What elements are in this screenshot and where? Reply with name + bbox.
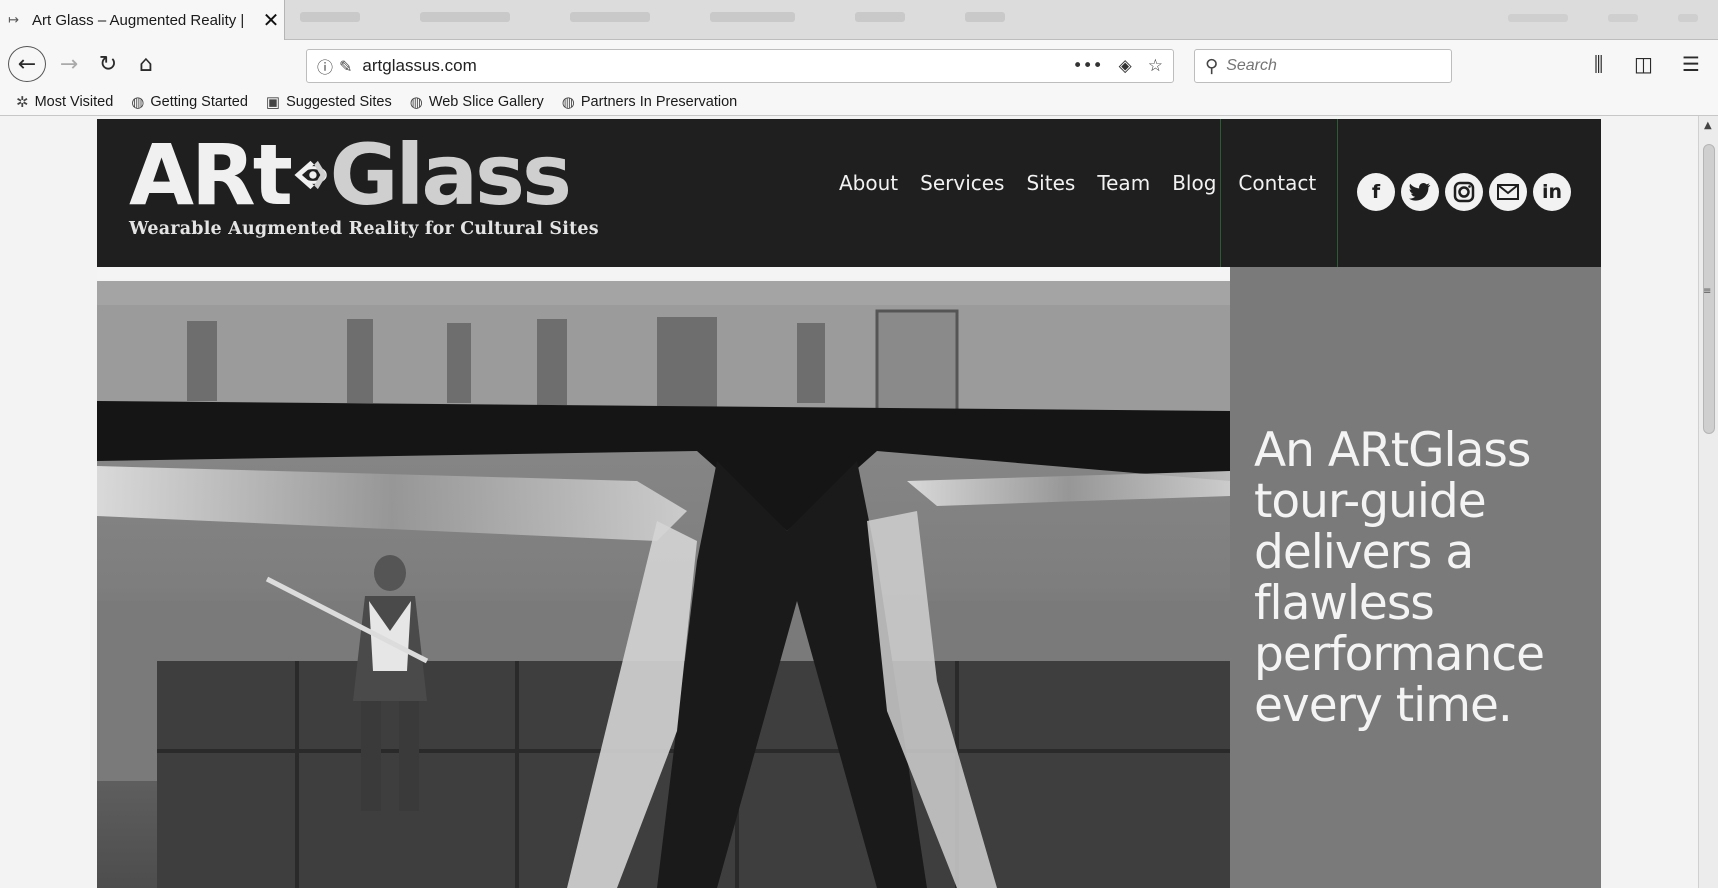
camera-icon — [1453, 181, 1475, 203]
site-tagline: Wearable Augmented Reality for Cultural … — [129, 219, 599, 239]
bookmark-label: Web Slice Gallery — [428, 94, 544, 110]
sidebar-button[interactable]: ◫ — [1634, 52, 1653, 76]
bookmark-partners-in-preservation[interactable]: ◍ Partners In Preservation — [562, 93, 737, 111]
twitter-icon[interactable] — [1401, 173, 1439, 211]
globe-icon: ◍ — [131, 94, 145, 111]
email-icon[interactable] — [1489, 173, 1527, 211]
site-navigation: About Services Sites Team Blog Contact — [839, 171, 1316, 195]
bookmark-label: Getting Started — [150, 94, 248, 110]
home-icon: ⌂ — [139, 51, 153, 77]
nav-services[interactable]: Services — [920, 171, 1004, 195]
bookmark-web-slice-gallery[interactable]: ◍ Web Slice Gallery — [410, 93, 544, 111]
info-icon[interactable]: ⓘ — [317, 54, 333, 78]
hero-text-panel: An ARtGlass tour-guide delivers a flawle… — [1230, 267, 1601, 888]
page-icon: ▣ — [265, 94, 281, 111]
tab-sound-icon: ↦ — [8, 12, 19, 28]
page-viewport: ARt Glass Wearable Augmented Reality for… — [0, 116, 1698, 888]
divider-line — [1337, 119, 1338, 267]
nav-about[interactable]: About — [839, 171, 898, 195]
bookmark-label: Suggested Sites — [286, 94, 392, 110]
bookmark-suggested-sites[interactable]: ▣ Suggested Sites — [266, 93, 392, 111]
hero-headline: An ARtGlass tour-guide delivers a flawle… — [1254, 423, 1545, 733]
hamburger-icon: ☰ — [1682, 52, 1700, 76]
search-icon: ⚲ — [1205, 55, 1219, 77]
scroll-grip-icon: ≡ — [1703, 286, 1712, 297]
nav-sites[interactable]: Sites — [1026, 171, 1075, 195]
page-actions-icon[interactable]: ••• — [1073, 56, 1103, 76]
tab-close-icon[interactable]: ✕ — [258, 8, 284, 32]
nav-team[interactable]: Team — [1097, 171, 1150, 195]
envelope-icon — [1497, 184, 1519, 200]
hero-photo-illustration — [97, 281, 1230, 888]
sidebar-icon: ◫ — [1634, 52, 1653, 76]
faded-tabs — [300, 12, 1005, 22]
bookmark-most-visited[interactable]: ✲ Most Visited — [16, 93, 113, 111]
site-header: ARt Glass Wearable Augmented Reality for… — [97, 119, 1601, 267]
reload-icon: ↻ — [98, 51, 118, 77]
linkedin-icon[interactable]: in — [1533, 173, 1571, 211]
bookmark-star-icon[interactable]: ☆ — [1148, 56, 1163, 76]
tracking-icon[interactable]: ✎ — [339, 57, 352, 76]
globe-icon: ◍ — [409, 94, 423, 111]
twitter-bird-icon — [1409, 183, 1431, 201]
bookmarks-toolbar: ✲ Most Visited ◍ Getting Started ▣ Sugge… — [0, 89, 1718, 116]
facebook-icon[interactable]: f — [1357, 173, 1395, 211]
url-text[interactable]: artglassus.com — [358, 56, 1072, 76]
bookmark-getting-started[interactable]: ◍ Getting Started — [131, 93, 248, 111]
social-links: f in — [1357, 173, 1571, 211]
page-scrollbar[interactable]: ▲ ≡ — [1698, 116, 1718, 888]
arrow-right-icon: → — [59, 51, 79, 77]
scroll-up-icon[interactable]: ▲ — [1704, 120, 1712, 131]
back-button[interactable]: ← — [8, 46, 46, 82]
nav-blog[interactable]: Blog — [1172, 171, 1216, 195]
tab-title: Art Glass – Augmented Reality | — [32, 11, 245, 29]
library-button[interactable]: ⫼ — [1594, 52, 1603, 76]
pocket-icon[interactable]: ◈ — [1119, 56, 1132, 76]
arrow-left-icon: ← — [17, 51, 37, 77]
forward-button[interactable]: → — [54, 46, 84, 82]
logo-text-art: ARt — [129, 126, 293, 224]
active-tab[interactable]: ↦ Art Glass – Augmented Reality | ✕ — [0, 0, 285, 40]
logo-text-glass: Glass — [329, 126, 572, 224]
gear-icon: ✲ — [16, 94, 29, 111]
navigation-toolbar: ← → ↻ ⌂ ⓘ ✎ artglassus.com ••• ◈ ☆ ⚲ ⫼ ◫… — [0, 40, 1718, 89]
tab-bar: ↦ Art Glass – Augmented Reality | ✕ — [0, 0, 1718, 40]
address-bar[interactable]: ⓘ ✎ artglassus.com ••• ◈ ☆ — [306, 49, 1174, 83]
home-button[interactable]: ⌂ — [130, 46, 162, 82]
menu-button[interactable]: ☰ — [1682, 52, 1700, 76]
globe-icon: ◍ — [561, 94, 575, 111]
bookmark-label: Most Visited — [34, 94, 114, 110]
search-input[interactable] — [1226, 57, 1427, 75]
instagram-icon[interactable] — [1445, 173, 1483, 211]
library-icon: ⫼ — [1594, 52, 1604, 76]
reload-button[interactable]: ↻ — [92, 46, 124, 82]
hero-image — [97, 281, 1230, 888]
window-controls — [1508, 14, 1698, 22]
nav-contact[interactable]: Contact — [1238, 171, 1316, 195]
search-box[interactable]: ⚲ — [1194, 49, 1452, 83]
logo-wordmark: ARt Glass — [129, 126, 572, 224]
bookmark-label: Partners In Preservation — [580, 94, 738, 110]
eye-icon — [294, 160, 327, 190]
site-logo[interactable]: ARt Glass Wearable Augmented Reality for… — [129, 126, 599, 239]
